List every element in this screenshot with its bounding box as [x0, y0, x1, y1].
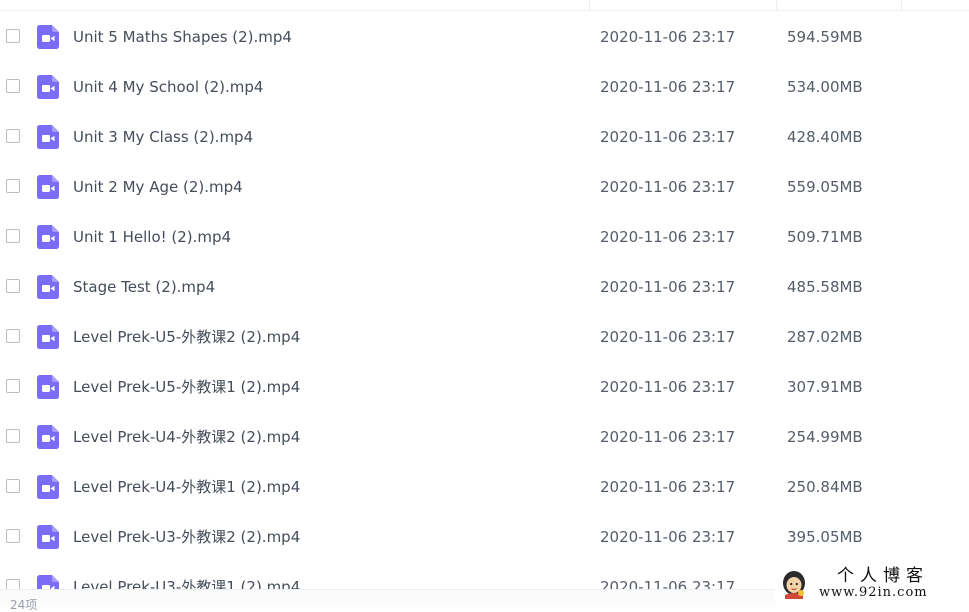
watermark-title: 个人博客 — [837, 566, 929, 586]
file-size: 428.40MB — [787, 128, 863, 146]
file-modified-date: 2020-11-06 23:17 — [600, 478, 736, 496]
column-divider[interactable] — [776, 0, 777, 11]
file-name[interactable]: Stage Test (2).mp4 — [73, 277, 215, 297]
file-row[interactable]: Level Prek-U4-外教课1 (2).mp4 2020-11-06 23… — [0, 462, 969, 512]
file-modified-date: 2020-11-06 23:17 — [600, 28, 736, 46]
file-name[interactable]: Level Prek-U4-外教课1 (2).mp4 — [73, 477, 300, 497]
site-watermark: 个人博客 www.92in.com — [775, 566, 969, 605]
file-modified-date: 2020-11-06 23:17 — [600, 328, 736, 346]
file-checkbox[interactable] — [6, 229, 20, 243]
column-divider[interactable] — [901, 0, 902, 11]
file-row[interactable]: Level Prek-U4-外教课2 (2).mp4 2020-11-06 23… — [0, 412, 969, 462]
video-file-icon — [37, 275, 59, 299]
file-checkbox[interactable] — [6, 129, 20, 143]
file-row[interactable]: Unit 3 My Class (2).mp4 2020-11-06 23:17… — [0, 112, 969, 162]
file-checkbox[interactable] — [6, 479, 20, 493]
file-size: 254.99MB — [787, 428, 863, 446]
file-size: 485.58MB — [787, 278, 863, 296]
file-modified-date: 2020-11-06 23:17 — [600, 528, 736, 546]
file-row[interactable]: Level Prek-U5-外教课2 (2).mp4 2020-11-06 23… — [0, 312, 969, 362]
file-checkbox[interactable] — [6, 529, 20, 543]
file-name[interactable]: Level Prek-U5-外教课1 (2).mp4 — [73, 377, 300, 397]
file-name[interactable]: Unit 5 Maths Shapes (2).mp4 — [73, 27, 292, 47]
file-size: 287.02MB — [787, 328, 863, 346]
file-checkbox[interactable] — [6, 329, 20, 343]
file-size: 559.05MB — [787, 178, 863, 196]
video-file-icon — [37, 375, 59, 399]
file-name[interactable]: Unit 3 My Class (2).mp4 — [73, 127, 253, 147]
file-row[interactable]: Unit 1 Hello! (2).mp4 2020-11-06 23:17 5… — [0, 212, 969, 262]
file-list: Unit 5 Maths Shapes (2).mp4 2020-11-06 2… — [0, 0, 969, 590]
video-file-icon — [37, 525, 59, 549]
file-name[interactable]: Unit 4 My School (2).mp4 — [73, 77, 263, 97]
file-row[interactable]: Unit 4 My School (2).mp4 2020-11-06 23:1… — [0, 62, 969, 112]
video-file-icon — [37, 425, 59, 449]
video-file-icon — [37, 25, 59, 49]
video-file-icon — [37, 125, 59, 149]
file-row[interactable]: Stage Test (2).mp4 2020-11-06 23:17 485.… — [0, 262, 969, 312]
file-name[interactable]: Level Prek-U3-外教课2 (2).mp4 — [73, 527, 300, 547]
file-row[interactable]: Level Prek-U3-外教课2 (2).mp4 2020-11-06 23… — [0, 512, 969, 562]
video-file-icon — [37, 175, 59, 199]
file-size: 395.05MB — [787, 528, 863, 546]
file-row[interactable]: Unit 5 Maths Shapes (2).mp4 2020-11-06 2… — [0, 12, 969, 62]
watermark-url: www.92in.com — [819, 585, 928, 600]
column-header-strip — [0, 0, 969, 11]
file-name[interactable]: Unit 2 My Age (2).mp4 — [73, 177, 243, 197]
file-size: 534.00MB — [787, 78, 863, 96]
file-modified-date: 2020-11-06 23:17 — [600, 128, 736, 146]
file-modified-date: 2020-11-06 23:17 — [600, 78, 736, 96]
video-file-icon — [37, 325, 59, 349]
file-checkbox[interactable] — [6, 179, 20, 193]
file-size: 509.71MB — [787, 228, 863, 246]
cartoon-avatar-icon — [783, 571, 805, 599]
file-checkbox[interactable] — [6, 429, 20, 443]
video-file-icon — [37, 75, 59, 99]
file-name[interactable]: Level Prek-U4-外教课2 (2).mp4 — [73, 427, 300, 447]
file-size: 307.91MB — [787, 378, 863, 396]
file-checkbox[interactable] — [6, 279, 20, 293]
file-checkbox[interactable] — [6, 29, 20, 43]
file-size: 594.59MB — [787, 28, 863, 46]
file-name[interactable]: Level Prek-U5-外教课2 (2).mp4 — [73, 327, 300, 347]
column-divider[interactable] — [589, 0, 590, 11]
file-modified-date: 2020-11-06 23:17 — [600, 228, 736, 246]
file-name[interactable]: Unit 1 Hello! (2).mp4 — [73, 227, 231, 247]
file-row[interactable]: Unit 2 My Age (2).mp4 2020-11-06 23:17 5… — [0, 162, 969, 212]
file-modified-date: 2020-11-06 23:17 — [600, 428, 736, 446]
file-modified-date: 2020-11-06 23:17 — [600, 378, 736, 396]
file-checkbox[interactable] — [6, 379, 20, 393]
file-size: 250.84MB — [787, 478, 863, 496]
item-count: 24项 — [10, 598, 38, 612]
file-modified-date: 2020-11-06 23:17 — [600, 278, 736, 296]
file-rows: Unit 5 Maths Shapes (2).mp4 2020-11-06 2… — [0, 12, 969, 590]
video-file-icon — [37, 225, 59, 249]
file-checkbox[interactable] — [6, 79, 20, 93]
video-file-icon — [37, 575, 59, 590]
file-modified-date: 2020-11-06 23:17 — [600, 178, 736, 196]
video-file-icon — [37, 475, 59, 499]
file-row[interactable]: Level Prek-U5-外教课1 (2).mp4 2020-11-06 23… — [0, 362, 969, 412]
